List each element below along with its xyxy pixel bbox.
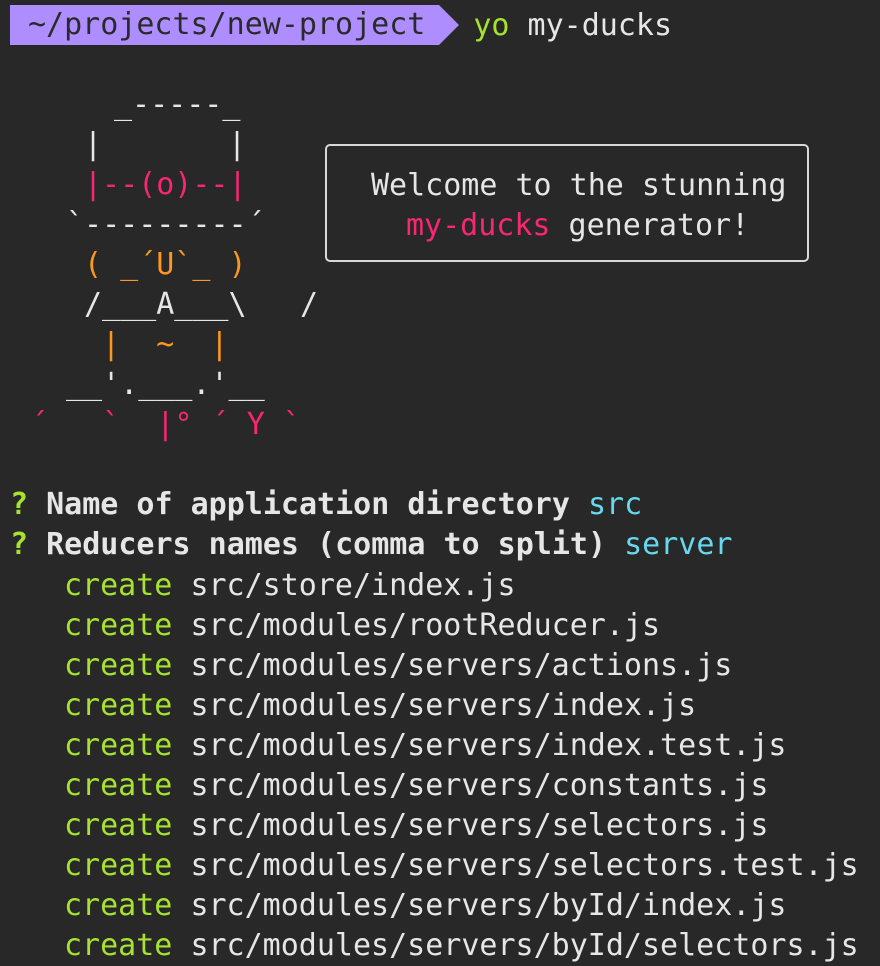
- file-path: src/modules/servers/byId/selectors.js: [190, 928, 859, 963]
- greeting-line-1: Welcome to the stunning: [371, 168, 787, 203]
- list-item: create src/modules/servers/byId/selector…: [64, 926, 859, 966]
- create-label: create: [64, 688, 173, 723]
- file-path: src/store/index.js: [190, 568, 516, 603]
- generator-name: my-ducks: [406, 208, 551, 243]
- create-label: create: [64, 768, 173, 803]
- list-item: create src/modules/servers/byId/index.js: [64, 886, 859, 926]
- create-label: create: [64, 808, 173, 843]
- ascii-hat-top: _-----_: [114, 87, 241, 122]
- command-name: yo: [473, 7, 510, 43]
- question-text: Name of application directory: [46, 487, 570, 522]
- ascii-legs: | ~ |: [102, 327, 229, 362]
- ascii-hat-band: |--(o)--|: [84, 167, 247, 202]
- greeting-line-2-rest: generator!: [550, 208, 750, 243]
- greeting-line-2: my-ducks generator!: [406, 206, 749, 246]
- ascii-hat-side-left: |: [84, 127, 103, 162]
- file-path: src/modules/servers/constants.js: [190, 768, 769, 803]
- ascii-body: /___A___\: [84, 287, 247, 322]
- file-path: src/modules/rootReducer.js: [190, 608, 661, 643]
- list-item: create src/modules/servers/index.js: [64, 686, 859, 726]
- list-item: create src/modules/rootReducer.js: [64, 606, 859, 646]
- question-reducers-names: ? Reducers names (comma to split) server: [10, 525, 732, 565]
- list-item: create src/modules/servers/constants.js: [64, 766, 859, 806]
- prompt-arrow-icon: [439, 5, 460, 45]
- list-item: create src/modules/servers/selectors.js: [64, 806, 859, 846]
- create-label: create: [64, 648, 173, 683]
- create-label: create: [64, 888, 173, 923]
- create-label: create: [64, 728, 173, 763]
- file-path: src/modules/servers/selectors.js: [190, 808, 769, 843]
- file-path: src/modules/servers/index.test.js: [190, 728, 787, 763]
- question-answer: src: [587, 487, 643, 522]
- list-item: create src/store/index.js: [64, 566, 859, 606]
- ascii-tail-bottom: ´ ` |° ´ Y `: [30, 407, 301, 442]
- command-argument: my-ducks: [527, 7, 673, 43]
- list-item: create src/modules/servers/selectors.tes…: [64, 846, 859, 886]
- question-mark-icon: ?: [10, 527, 29, 562]
- ascii-arm: /: [300, 287, 319, 322]
- question-app-directory: ? Name of application directory src: [10, 485, 642, 525]
- create-label: create: [64, 608, 173, 643]
- file-path: src/modules/servers/selectors.test.js: [190, 848, 859, 883]
- ascii-hat-brim: `---------´: [66, 207, 265, 242]
- ascii-hat-side-right: |: [228, 127, 247, 162]
- question-mark-icon: ?: [10, 487, 29, 522]
- create-label: create: [64, 928, 173, 963]
- ascii-tail-top: __'.___.'__: [66, 367, 265, 402]
- list-item: create src/modules/servers/index.test.js: [64, 726, 859, 766]
- greeting-box: Welcome to the stunning my-ducks generat…: [325, 144, 809, 262]
- create-label: create: [64, 568, 173, 603]
- shell-prompt: ~/projects/new-project yo my-ducks: [10, 5, 672, 45]
- prompt-path: ~/projects/new-project: [10, 5, 440, 45]
- question-answer: server: [624, 527, 733, 562]
- terminal-window: { "prompt": { "path": "~/projects/new-pr…: [0, 0, 880, 963]
- file-path: src/modules/servers/actions.js: [190, 648, 733, 683]
- create-label: create: [64, 848, 173, 883]
- ascii-face: ( _´U`_ ): [84, 247, 247, 282]
- file-path: src/modules/servers/index.js: [190, 688, 697, 723]
- list-item: create src/modules/servers/actions.js: [64, 646, 859, 686]
- file-path: src/modules/servers/byId/index.js: [190, 888, 787, 923]
- prompt-command: yo my-ducks: [473, 8, 672, 43]
- question-text: Reducers names (comma to split): [46, 527, 607, 562]
- created-files-list: create src/store/index.js create src/mod…: [64, 566, 859, 966]
